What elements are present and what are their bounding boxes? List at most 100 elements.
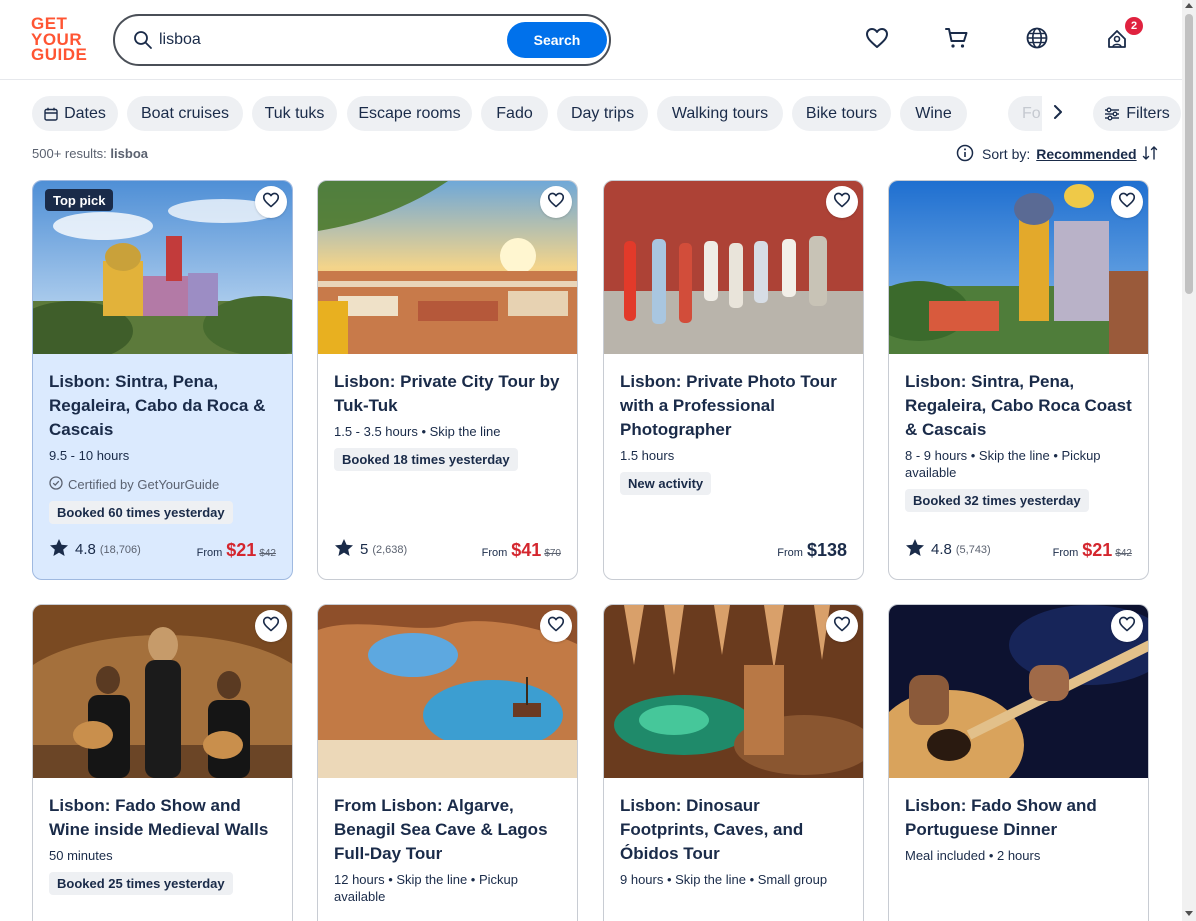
activity-card[interactable]: Lisbon: Private Photo Tour with a Profes… — [603, 180, 864, 580]
activity-title[interactable]: Lisbon: Sintra, Pena, Regaleira, Cabo da… — [49, 370, 279, 442]
price-from-label: From — [1052, 547, 1079, 559]
profile-icon — [1106, 27, 1128, 54]
results-count-text: 500+ results: — [32, 146, 107, 161]
price-amount: $41 — [511, 540, 542, 560]
add-to-wishlist-button[interactable] — [255, 610, 287, 642]
info-icon[interactable] — [956, 144, 974, 165]
heart-icon — [262, 192, 280, 213]
add-to-wishlist-button[interactable] — [1111, 610, 1143, 642]
activity-image — [33, 605, 292, 778]
check-badge-icon — [49, 476, 68, 493]
getyourguide-logo[interactable]: GET YOUR GUIDE — [31, 15, 91, 64]
sort-label: Sort by: — [982, 146, 1031, 162]
chevron-right-icon — [1053, 104, 1063, 124]
notification-badge: 2 — [1125, 17, 1143, 35]
activity-card[interactable]: Lisbon: Sintra, Pena, Regaleira, Cabo Ro… — [888, 180, 1149, 580]
activity-meta: 1.5 - 3.5 hours • Skip the line — [334, 424, 501, 439]
activity-meta: 9 hours • Skip the line • Small group — [620, 872, 828, 887]
add-to-wishlist-button[interactable] — [1111, 186, 1143, 218]
scroll-up-arrow[interactable] — [1185, 3, 1193, 8]
star-icon — [334, 538, 354, 561]
activity-title[interactable]: Lisbon: Private Photo Tour with a Profes… — [620, 370, 850, 442]
card-body: Lisbon: Fado Show and Wine inside Mediev… — [49, 794, 279, 895]
heart-icon — [262, 616, 280, 637]
activity-card[interactable]: Lisbon: Fado Show and Wine inside Mediev… — [32, 604, 293, 921]
activity-image — [889, 605, 1148, 800]
chip-day-trips[interactable]: Day trips — [557, 96, 648, 131]
activity-image — [318, 181, 577, 354]
scrollbar-thumb[interactable] — [1185, 14, 1193, 294]
heart-icon — [547, 192, 565, 213]
sort-dropdown[interactable]: Recommended — [1036, 146, 1136, 162]
activity-title[interactable]: Lisbon: Sintra, Pena, Regaleira, Cabo Ro… — [905, 370, 1135, 442]
activity-card[interactable]: Lisbon: Private City Tour by Tuk-Tuk 1.5… — [317, 180, 578, 580]
activity-meta: 8 - 9 hours • Skip the line • Pickup ava… — [905, 448, 1101, 480]
booked-badge: Booked 25 times yesterday — [49, 872, 233, 895]
wishlist-button[interactable] — [861, 24, 893, 56]
activity-card[interactable]: From Lisbon: Algarve, Benagil Sea Cave &… — [317, 604, 578, 921]
chips-next-button[interactable] — [1045, 101, 1071, 127]
star-icon — [905, 538, 925, 561]
activity-title[interactable]: From Lisbon: Algarve, Benagil Sea Cave &… — [334, 794, 564, 866]
certified-label: Certified by GetYourGuide — [49, 476, 279, 493]
add-to-wishlist-button[interactable] — [826, 610, 858, 642]
rating-value: 4.8 — [931, 541, 952, 558]
filters-label: Filters — [1126, 104, 1170, 122]
chip-label: Dates — [64, 104, 106, 122]
price-from-label: From — [196, 547, 223, 559]
card-body: Lisbon: Dinosaur Footprints, Caves, and … — [620, 794, 850, 888]
chip-walking-tours[interactable]: Walking tours — [657, 96, 783, 131]
activity-meta: Meal included • 2 hours — [905, 848, 1041, 863]
sort-arrows-icon[interactable] — [1142, 145, 1158, 164]
heart-icon — [865, 27, 889, 54]
search-button[interactable]: Search — [507, 22, 607, 58]
activity-card[interactable]: Lisbon: Dinosaur Footprints, Caves, and … — [603, 604, 864, 921]
heart-icon — [833, 616, 851, 637]
logo-line-3: GUIDE — [31, 45, 88, 64]
search-input[interactable] — [159, 29, 459, 51]
price: From $41 $70 — [482, 540, 561, 561]
search-bar: Search — [113, 14, 611, 66]
add-to-wishlist-button[interactable] — [540, 186, 572, 218]
activity-title[interactable]: Lisbon: Fado Show and Portuguese Dinner — [905, 794, 1135, 842]
chip-food-partial[interactable]: Fo — [1008, 96, 1042, 131]
price: From $21 $42 — [197, 540, 276, 561]
booked-badge: Booked 18 times yesterday — [334, 448, 518, 471]
activity-title[interactable]: Lisbon: Dinosaur Footprints, Caves, and … — [620, 794, 850, 866]
activity-card[interactable]: Lisbon: Fado Show and Portuguese Dinner … — [888, 604, 1149, 921]
add-to-wishlist-button[interactable] — [826, 186, 858, 218]
scroll-down-arrow[interactable] — [1185, 911, 1193, 916]
price-amount: $21 — [226, 540, 257, 560]
results-count: 500+ results: lisboa — [32, 146, 148, 161]
add-to-wishlist-button[interactable] — [540, 610, 572, 642]
activity-image — [889, 181, 1148, 354]
top-header: GET YOUR GUIDE Search 2 — [0, 0, 1182, 80]
page-scrollbar[interactable] — [1182, 0, 1196, 921]
chip-boat-cruises[interactable]: Boat cruises — [127, 96, 243, 131]
chip-wine[interactable]: Wine — [900, 96, 967, 131]
card-body: Lisbon: Sintra, Pena, Regaleira, Cabo Ro… — [905, 370, 1135, 512]
activity-title[interactable]: Lisbon: Fado Show and Wine inside Mediev… — [49, 794, 279, 842]
review-count: (18,706) — [99, 543, 141, 556]
top-pick-badge: Top pick — [45, 189, 114, 211]
chip-escape-rooms[interactable]: Escape rooms — [347, 96, 472, 131]
price-amount: $21 — [1082, 540, 1113, 560]
cart-icon — [945, 27, 969, 54]
sort-control: Sort by: Recommended — [956, 144, 1158, 164]
cart-button[interactable] — [941, 24, 973, 56]
activity-meta: 12 hours • Skip the line • Pickup availa… — [334, 872, 518, 904]
activity-card[interactable]: Top pick Lisbon: Sintra, Pena, Regaleira… — [32, 180, 293, 580]
price-from-label: From — [777, 547, 803, 559]
chip-fado[interactable]: Fado — [481, 96, 548, 131]
globe-icon — [1026, 27, 1048, 54]
chip-bike-tours[interactable]: Bike tours — [792, 96, 891, 131]
filters-button[interactable]: Filters — [1093, 96, 1181, 131]
booked-badge: Booked 32 times yesterday — [905, 489, 1089, 512]
rating-value: 4.8 — [75, 541, 96, 558]
add-to-wishlist-button[interactable] — [255, 186, 287, 218]
activity-title[interactable]: Lisbon: Private City Tour by Tuk-Tuk — [334, 370, 564, 418]
chip-dates[interactable]: Dates — [32, 96, 118, 131]
calendar-icon — [44, 107, 58, 121]
language-button[interactable] — [1021, 24, 1053, 56]
chip-tuk-tuks[interactable]: Tuk tuks — [252, 96, 337, 131]
